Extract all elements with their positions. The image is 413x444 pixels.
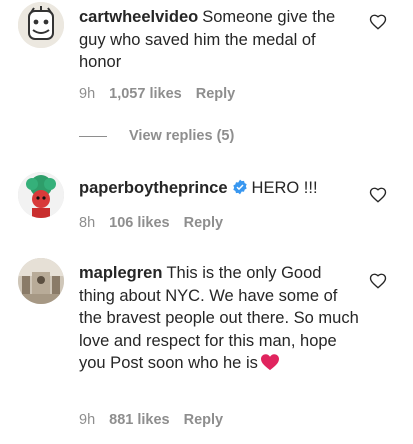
- comment-text: HERO !!!: [251, 179, 318, 197]
- verified-badge-icon: [232, 179, 247, 195]
- comment-meta: 8h 106 likes Reply: [79, 215, 237, 231]
- divider-line: [79, 135, 107, 137]
- comment-body: maplegren This is the only Good thing abo…: [79, 262, 361, 375]
- reply-button[interactable]: Reply: [184, 215, 224, 231]
- comment-body: paperboytheprince HERO !!!: [79, 177, 361, 200]
- heart-outline-icon[interactable]: [369, 186, 387, 204]
- likes-count[interactable]: 106 likes: [109, 215, 169, 231]
- comment-time: 9h: [79, 412, 96, 428]
- reply-button[interactable]: Reply: [196, 86, 236, 102]
- reply-button[interactable]: Reply: [184, 412, 224, 428]
- view-replies-button[interactable]: View replies (5): [79, 128, 234, 144]
- red-heart-emoji: [260, 354, 279, 371]
- likes-count[interactable]: 881 likes: [109, 412, 169, 428]
- comment-body: cartwheelvideo Someone give the guy who s…: [79, 6, 361, 74]
- comment-meta: 9h 1,057 likes Reply: [79, 86, 249, 102]
- comment-username[interactable]: cartwheelvideo: [79, 8, 198, 26]
- avatar[interactable]: [18, 172, 64, 218]
- heart-outline-icon[interactable]: [369, 13, 387, 31]
- avatar[interactable]: [18, 2, 64, 48]
- comment-username[interactable]: maplegren: [79, 264, 162, 282]
- comment-time: 9h: [79, 86, 96, 102]
- view-replies-label[interactable]: View replies (5): [129, 128, 234, 144]
- comment-username[interactable]: paperboytheprince: [79, 179, 228, 197]
- heart-outline-icon[interactable]: [369, 272, 387, 290]
- likes-count[interactable]: 1,057 likes: [109, 86, 182, 102]
- comment-time: 8h: [79, 215, 96, 231]
- avatar[interactable]: [18, 258, 64, 304]
- comment-meta: 9h 881 likes Reply: [79, 412, 237, 428]
